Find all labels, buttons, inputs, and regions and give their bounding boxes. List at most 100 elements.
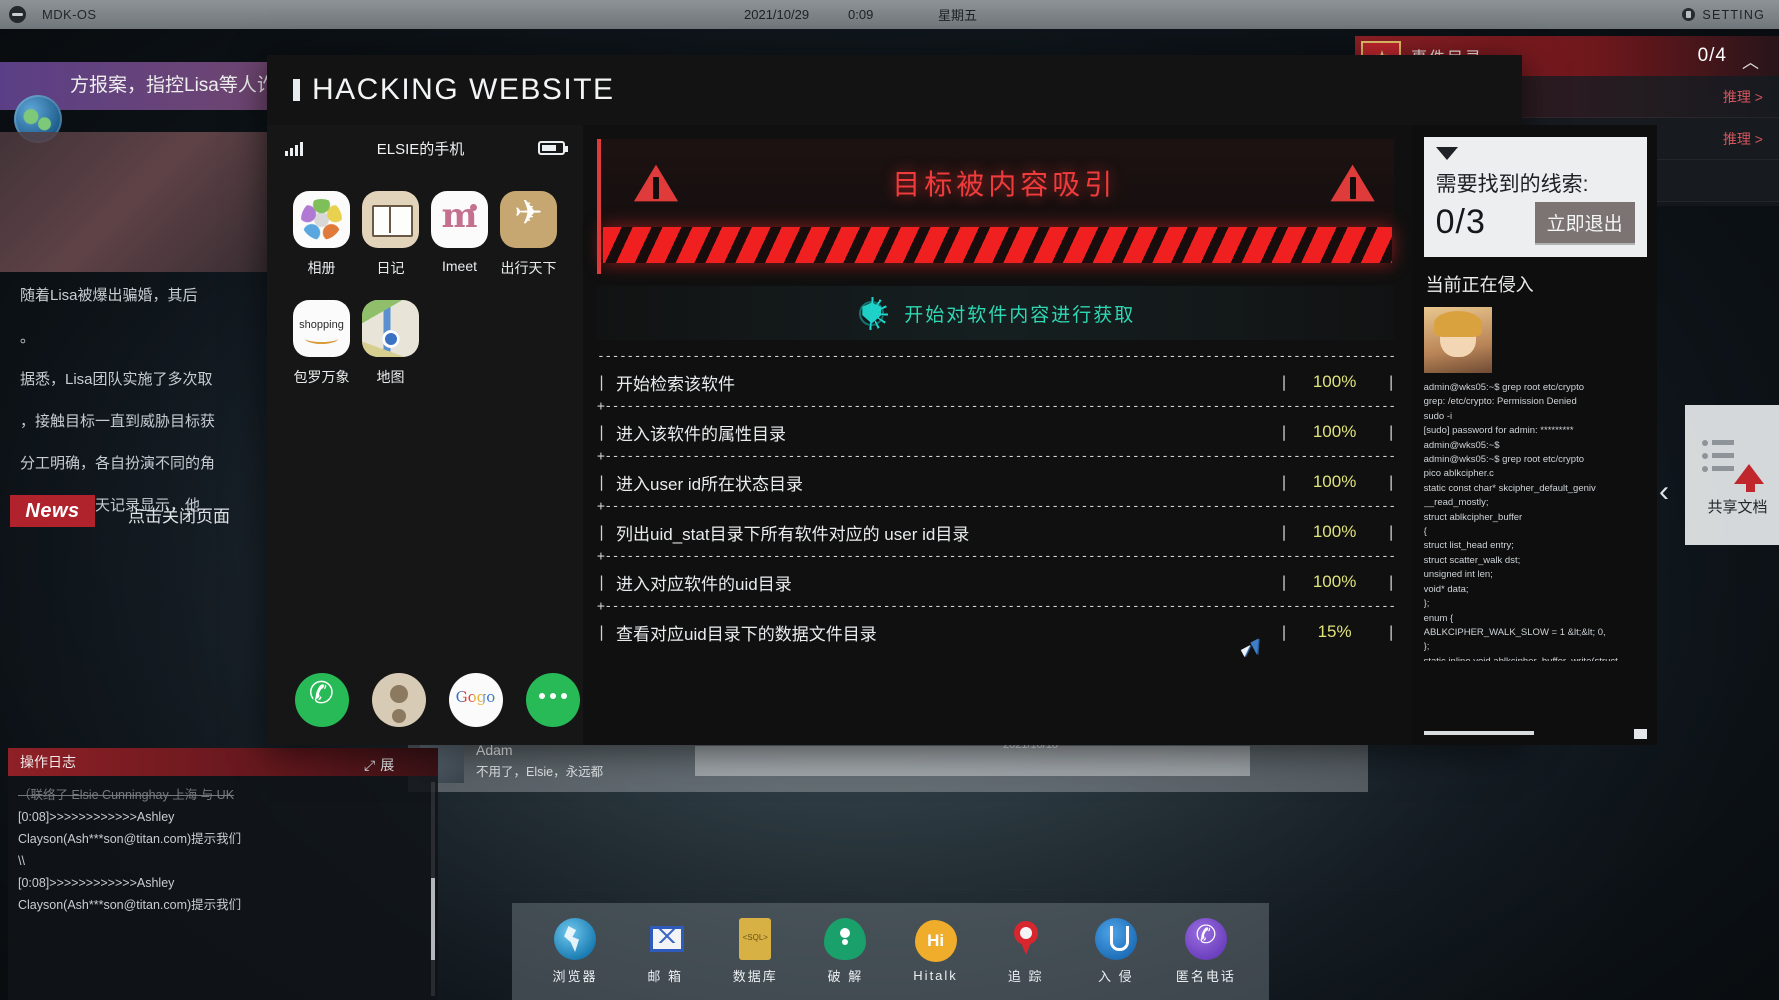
phone-call-icon[interactable] [295, 673, 349, 727]
hook-intrusion-icon [1095, 918, 1137, 960]
shopping-icon [293, 300, 350, 357]
browser-icon [554, 918, 596, 960]
phone-dock [267, 673, 607, 727]
track-pin-icon [1005, 918, 1047, 960]
article-image [0, 132, 300, 272]
scan-spinner-icon [855, 297, 888, 330]
log-separator: +---------------------------------------… [597, 446, 1396, 468]
clue-box: 需要找到的线索: 0/3 立即退出 [1424, 137, 1647, 257]
phone-app-imeet[interactable]: Imeet [431, 191, 488, 278]
chat-input[interactable] [695, 746, 1250, 776]
dock-item-track[interactable]: 追 踪 [987, 918, 1065, 985]
code-line: unsigned int len; [1424, 568, 1647, 582]
log-line: [0:08]>>>>>>>>>>>>Ashley [18, 872, 428, 894]
start-extraction-row: 开始对软件内容进行获取 [597, 286, 1394, 340]
phone-app-travel[interactable]: 出行天下 [500, 191, 557, 278]
code-line: pico ablkcipher.c [1424, 467, 1647, 481]
collapse-left-icon[interactable]: ‹ [1659, 475, 1669, 509]
code-line: static const char* skcipher_default_geni… [1424, 482, 1647, 496]
dock-item-database[interactable]: 数据库 [716, 918, 794, 985]
settings-button[interactable]: SETTING [1682, 8, 1765, 22]
phone-status-bar: ELSIE的手机 [267, 125, 583, 171]
code-scrollbar[interactable] [1424, 731, 1534, 735]
dock-item-intrusion[interactable]: 入 侵 [1077, 918, 1155, 985]
operation-log-title: 操作日志 [20, 754, 76, 770]
phone-app-shopping[interactable]: 包罗万象 [293, 300, 350, 387]
shared-docs-icon [1710, 434, 1766, 488]
pipe-right: | [1387, 473, 1396, 491]
code-line: struct scatter_walk dst; [1424, 554, 1647, 568]
target-avatar [1424, 307, 1492, 373]
phone-app-diary[interactable]: 日记 [362, 191, 419, 278]
dock-item-browser[interactable]: 浏览器 [536, 918, 614, 985]
code-line: admin@wks05:~$ [1424, 439, 1647, 453]
operation-log-header: 操作日志 ⤢ 展 [8, 748, 438, 776]
dock-item-anonymous-phone[interactable]: 匿名电话 [1167, 918, 1245, 985]
dock-item-hitalk[interactable]: Hi Hitalk [897, 920, 975, 983]
code-line: admin@wks05:~$ grep root etc/crypto [1424, 453, 1647, 467]
gogo-browser-icon[interactable] [449, 673, 503, 727]
log-step-percent: 100% [1289, 572, 1381, 592]
imeet-icon [431, 191, 488, 248]
warning-triangle-icon [633, 163, 679, 203]
pipe-mid: | [1280, 373, 1289, 391]
log-step-text: 查看对应uid目录下的数据文件目录 [616, 620, 1280, 645]
hack-terminal: 目标被内容吸引 开始对软件内容进行获取 --------------------… [583, 125, 1412, 745]
messages-icon[interactable] [526, 673, 580, 727]
dock-label: 追 踪 [987, 966, 1065, 985]
code-cursor-block [1634, 729, 1647, 739]
app-dock: 浏览器 邮 箱 数据库 破 解 Hi Hitalk 追 踪 入 侵 匿名电话 [512, 903, 1269, 1000]
system-topbar: MDK-OS 2021/10/29 0:09 星期五 SETTING [0, 0, 1779, 29]
progress-log: ----------------------------------------… [597, 346, 1396, 646]
settings-label: SETTING [1702, 8, 1765, 22]
log-step-text: 进入对应软件的uid目录 [616, 570, 1280, 595]
log-step-text: 进入该软件的属性目录 [616, 420, 1280, 445]
log-line: [0:08]>>>>>>>>>>>>Ashley [18, 806, 428, 828]
triangle-down-icon[interactable] [1436, 147, 1458, 160]
expand-icon: ⤢ [364, 751, 375, 779]
map-icon [362, 300, 419, 357]
contacts-icon[interactable] [372, 673, 426, 727]
dock-item-mail[interactable]: 邮 箱 [626, 918, 704, 985]
code-line: [sudo] password for admin: ********* [1424, 424, 1647, 438]
close-page-hint[interactable]: 点击关闭页面 [128, 496, 230, 538]
code-line: void* data; [1424, 583, 1647, 597]
app-label: 相册 [293, 258, 350, 278]
code-line: admin@wks05:~$ grep root etc/crypto [1424, 381, 1647, 395]
phone-app-map[interactable]: 地图 [362, 300, 419, 387]
log-step-percent: 100% [1289, 472, 1381, 492]
code-line: }; [1424, 640, 1647, 654]
event-action[interactable]: 推理 > [1723, 87, 1763, 107]
app-label: 日记 [362, 258, 419, 278]
chat-message: 不用了，Elsie，永远都 [476, 761, 603, 780]
log-progress-row: | 进入user id所在状态目录 | 100% | [597, 468, 1396, 496]
dock-item-crack[interactable]: 破 解 [806, 918, 884, 985]
pipe-mid: | [1280, 423, 1289, 441]
app-label: 出行天下 [500, 258, 557, 278]
log-progress-row: | 进入该软件的属性目录 | 100% | [597, 418, 1396, 446]
dock-label: 破 解 [806, 966, 884, 985]
pipe-mid: | [1280, 523, 1289, 541]
log-scrollbar[interactable] [431, 782, 435, 996]
hacking-window-title-text: HACKING WEBSITE [312, 73, 615, 107]
phone-app-album[interactable]: 相册 [293, 191, 350, 278]
travel-icon [500, 191, 557, 248]
pipe-mid: | [1280, 473, 1289, 491]
shared-docs-label: 共享文档 [1707, 496, 1767, 517]
pipe-left: | [597, 473, 606, 491]
code-line: struct list_head entry; [1424, 539, 1647, 553]
chevron-up-icon[interactable]: ︿ [1742, 48, 1761, 73]
anonymous-phone-icon [1185, 918, 1227, 960]
log-line: Clayson(Ash***son@titan.com)提示我们 [18, 894, 428, 916]
shared-docs-card[interactable]: 共享文档 [1685, 405, 1779, 545]
expand-log-button[interactable]: ⤢ 展 [364, 751, 394, 779]
log-separator: +---------------------------------------… [597, 596, 1396, 618]
hitalk-icon: Hi [915, 920, 957, 962]
hacking-window-title: HACKING WEBSITE [267, 55, 1522, 125]
pipe-mid: | [1280, 623, 1289, 641]
battery-icon [538, 141, 565, 155]
log-line: Clayson(Ash***son@titan.com)提示我们 [18, 828, 428, 850]
exit-now-button[interactable]: 立即退出 [1535, 202, 1635, 243]
event-action[interactable]: 推理 > [1723, 129, 1763, 149]
log-separator: ----------------------------------------… [597, 346, 1396, 368]
